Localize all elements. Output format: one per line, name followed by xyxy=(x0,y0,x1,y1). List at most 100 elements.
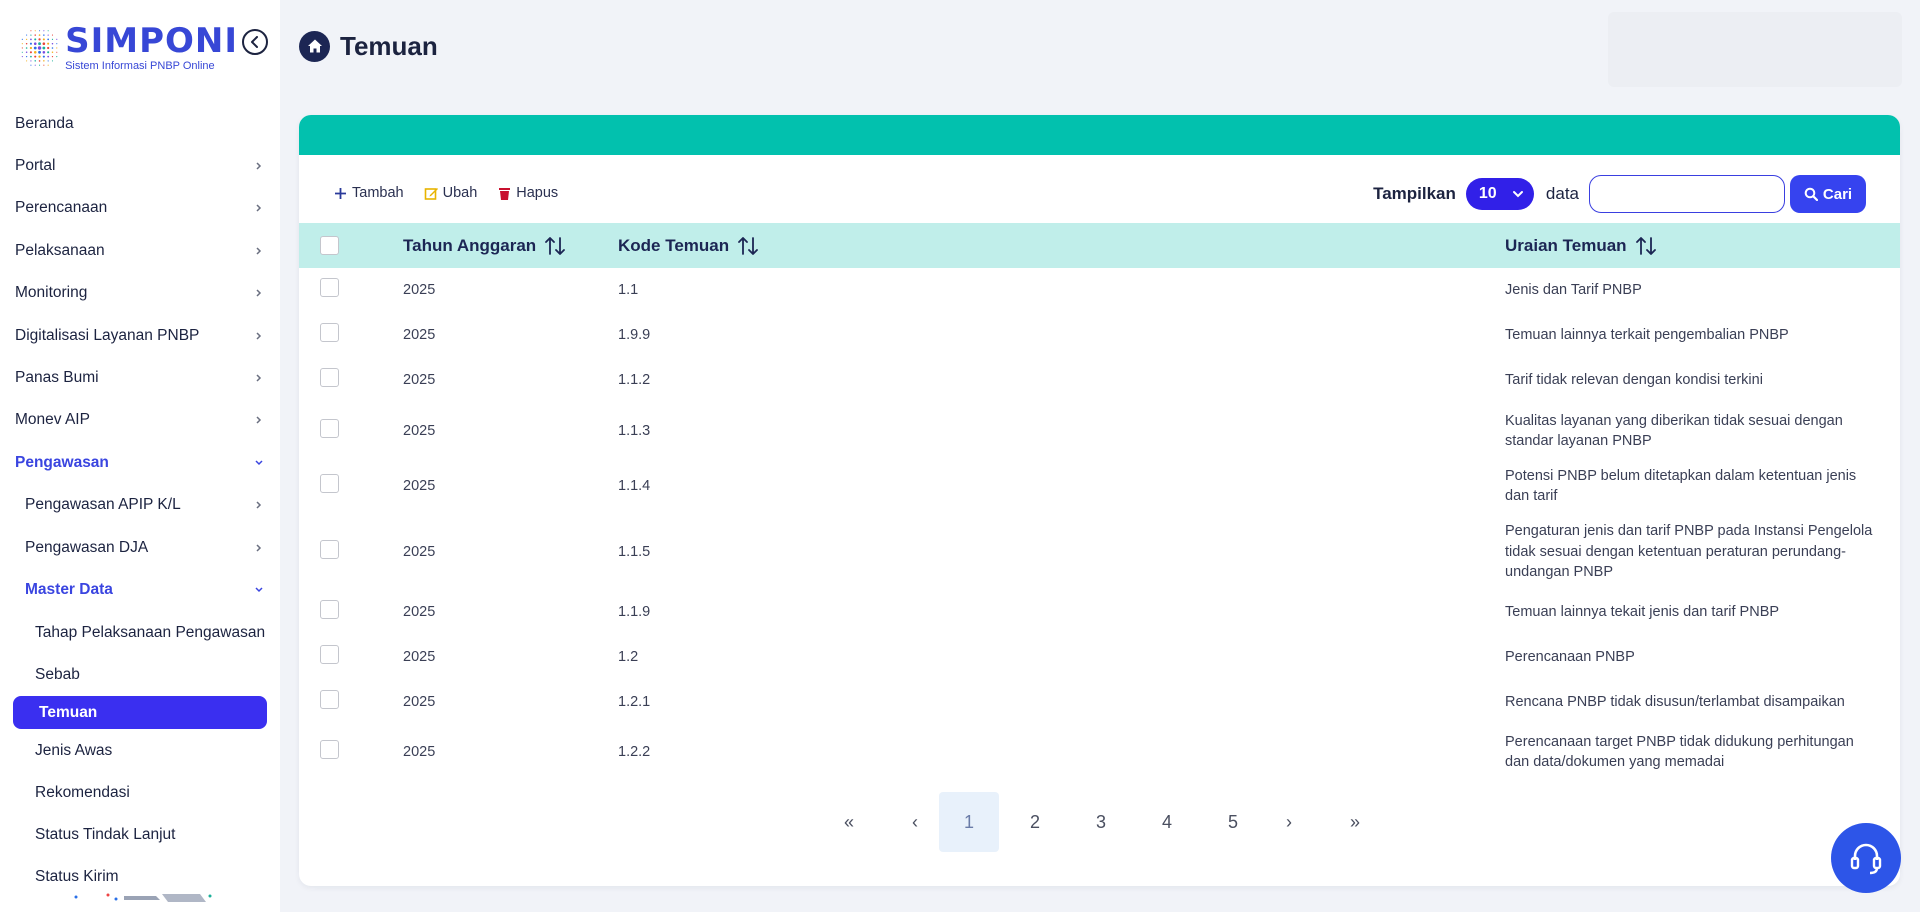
row-checkbox[interactable] xyxy=(320,740,339,759)
cell-kode-temuan: 1.1 xyxy=(618,282,639,298)
sidebar-item-label: Sebab xyxy=(35,666,80,683)
sidebar-item-label: Beranda xyxy=(15,115,74,132)
headset-icon xyxy=(1850,843,1882,875)
sidebar-item-jenis-awas[interactable]: Jenis Awas xyxy=(0,735,280,767)
row-checkbox[interactable] xyxy=(320,645,339,664)
row-checkbox[interactable] xyxy=(320,419,339,438)
row-checkbox[interactable] xyxy=(320,323,339,342)
search-icon xyxy=(1804,187,1818,201)
sidebar-item-pengawasan-apip-k-l[interactable]: Pengawasan APIP K/L xyxy=(0,489,280,521)
prev-page-button[interactable]: ‹ xyxy=(885,792,945,852)
chevron-right-icon xyxy=(256,332,262,340)
home-icon[interactable] xyxy=(299,30,330,62)
column-header-label: Uraian Temuan xyxy=(1505,235,1627,255)
sidebar-item-tahap-pelaksanaan-pengawasan[interactable]: Tahap Pelaksanaan Pengawasan xyxy=(0,617,280,649)
cell-uraian-temuan: Rencana PNBP tidak disusun/terlambat dis… xyxy=(1505,693,1845,710)
next-page-button[interactable]: › xyxy=(1259,792,1319,852)
column-header-kode[interactable]: Kode Temuan xyxy=(618,223,759,268)
edit-button-label: Ubah xyxy=(442,185,478,201)
row-checkbox[interactable] xyxy=(320,540,339,559)
cell-tahun-anggaran: 2025 xyxy=(403,604,436,620)
page-2-button[interactable]: 2 xyxy=(1005,792,1065,852)
sidebar-item-sebab[interactable]: Sebab xyxy=(0,659,280,691)
user-profile-area[interactable] xyxy=(1608,12,1902,87)
sidebar-item-label: Master Data xyxy=(25,581,113,598)
page-header: Temuan xyxy=(299,30,438,62)
column-header-label: Tahun Anggaran xyxy=(403,235,537,255)
brand-logo[interactable]: SIMPONI Sistem Informasi PNBP Online xyxy=(18,18,238,78)
sidebar-item-pelaksanaan[interactable]: Pelaksanaan xyxy=(0,235,280,267)
row-checkbox[interactable] xyxy=(320,600,339,619)
chevron-left-icon xyxy=(251,36,258,48)
cell-uraian-temuan: Jenis dan Tarif PNBP xyxy=(1505,281,1642,298)
page-size-select[interactable]: 10 xyxy=(1465,178,1534,210)
cell-uraian-temuan: Tarif tidak relevan dengan kondisi terki… xyxy=(1505,371,1763,388)
sidebar-item-master-data[interactable]: Master Data xyxy=(0,574,280,606)
chevron-right-icon xyxy=(256,162,262,170)
cell-kode-temuan: 1.9.9 xyxy=(618,327,651,343)
sidebar-item-label: Panas Bumi xyxy=(15,369,99,386)
sidebar-item-temuan[interactable]: Temuan xyxy=(13,696,267,729)
data-label: data xyxy=(1545,184,1579,203)
cell-uraian-temuan: Pengaturan jenis dan tarif PNBP pada Ins… xyxy=(1505,523,1873,581)
main-card: Tambah Ubah Hapus Tampilkan 10 data Cari… xyxy=(299,115,1900,886)
row-checkbox[interactable] xyxy=(320,278,339,297)
column-header-tahun[interactable]: Tahun Anggaran xyxy=(403,223,566,268)
cell-uraian-temuan: Perencanaan PNBP xyxy=(1505,648,1635,665)
sidebar-item-pengawasan-dja[interactable]: Pengawasan DJA xyxy=(0,532,280,564)
column-header-label: Kode Temuan xyxy=(618,235,730,255)
cell-uraian-temuan: Potensi PNBP belum ditetapkan dalam kete… xyxy=(1505,467,1857,505)
sidebar-item-pengawasan[interactable]: Pengawasan xyxy=(0,447,280,479)
cell-tahun-anggaran: 2025 xyxy=(403,478,436,494)
cell-tahun-anggaran: 2025 xyxy=(403,744,436,760)
cell-kode-temuan: 1.1.4 xyxy=(618,478,651,494)
sidebar-item-label: Tahap Pelaksanaan Pengawasan xyxy=(35,624,266,641)
row-checkbox[interactable] xyxy=(320,690,339,709)
chevron-right-icon xyxy=(256,289,262,297)
select-all-checkbox[interactable] xyxy=(320,236,339,255)
add-button[interactable]: Tambah xyxy=(333,185,404,201)
cell-tahun-anggaran: 2025 xyxy=(403,649,436,665)
edit-button[interactable]: Ubah xyxy=(424,185,478,201)
sidebar-item-portal[interactable]: Portal xyxy=(0,150,280,182)
card-header-band xyxy=(299,115,1900,155)
page-1-button[interactable]: 1 xyxy=(939,792,999,852)
cell-uraian-temuan: Temuan lainnya tekait jenis dan tarif PN… xyxy=(1505,603,1780,620)
sidebar-item-label: Monitoring xyxy=(15,284,88,301)
sidebar-item-label: Status Tindak Lanjut xyxy=(35,826,176,843)
sidebar-item-digitalisasi-layanan-pnbp[interactable]: Digitalisasi Layanan PNBP xyxy=(0,320,280,352)
first-page-button[interactable]: « xyxy=(819,792,879,852)
sidebar-item-status-kirim[interactable]: Status Kirim xyxy=(0,861,280,893)
sidebar-item-label: Jenis Awas xyxy=(35,742,113,759)
cell-kode-temuan: 1.1.9 xyxy=(618,604,651,620)
cell-uraian-temuan: Kualitas layanan yang diberikan tidak se… xyxy=(1505,412,1843,450)
row-checkbox[interactable] xyxy=(320,474,339,493)
sidebar-item-beranda[interactable]: Beranda xyxy=(0,108,280,140)
delete-button[interactable]: Hapus xyxy=(497,185,558,201)
sidebar-item-label: Temuan xyxy=(39,703,98,721)
table-header: Tahun Anggaran Kode Temuan Uraian Temuan xyxy=(299,223,1900,268)
search-button[interactable]: Cari xyxy=(1790,175,1866,213)
column-header-uraian[interactable]: Uraian Temuan xyxy=(1505,223,1657,268)
search-input[interactable] xyxy=(1589,175,1785,213)
cell-tahun-anggaran: 2025 xyxy=(403,694,436,710)
sidebar-item-rekomendasi[interactable]: Rekomendasi xyxy=(0,777,280,809)
row-checkbox[interactable] xyxy=(320,368,339,387)
page-size-value: 10 xyxy=(1478,185,1497,202)
page-4-button[interactable]: 4 xyxy=(1137,792,1197,852)
page-5-button[interactable]: 5 xyxy=(1203,792,1263,852)
help-chat-button[interactable] xyxy=(1831,823,1901,893)
sidebar-item-monev-aip[interactable]: Monev AIP xyxy=(0,404,280,436)
sidebar-item-perencanaan[interactable]: Perencanaan xyxy=(0,192,280,224)
chevron-right-icon xyxy=(256,204,262,212)
brand-name: SIMPONI xyxy=(65,21,238,61)
sidebar-item-monitoring[interactable]: Monitoring xyxy=(0,277,280,309)
page-3-button[interactable]: 3 xyxy=(1071,792,1131,852)
cell-kode-temuan: 1.1.2 xyxy=(618,372,651,388)
sidebar-item-status-tindak-lanjut[interactable]: Status Tindak Lanjut xyxy=(0,819,280,851)
collapse-sidebar-button[interactable] xyxy=(242,29,268,55)
chevron-down-icon xyxy=(1512,191,1523,198)
sidebar-item-panas-bumi[interactable]: Panas Bumi xyxy=(0,362,280,394)
last-page-button[interactable]: » xyxy=(1325,792,1385,852)
chevron-down-icon xyxy=(255,587,263,593)
